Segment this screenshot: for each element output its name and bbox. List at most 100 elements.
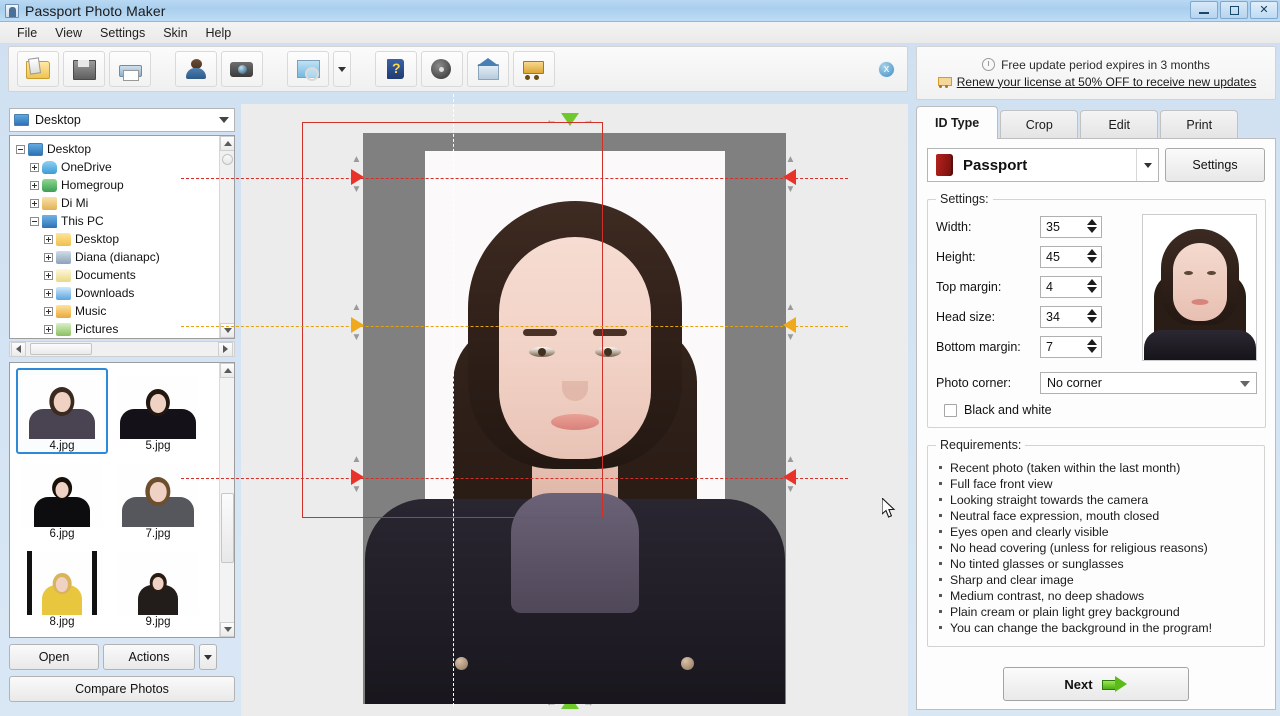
menu-help[interactable]: Help bbox=[197, 24, 241, 42]
compare-photos-button[interactable]: Compare Photos bbox=[9, 676, 235, 702]
tree-scroll-up-button[interactable] bbox=[220, 136, 234, 151]
expand-icon[interactable] bbox=[44, 324, 53, 334]
thumbnail-item[interactable]: 4.jpg bbox=[16, 368, 108, 454]
tab-edit[interactable]: Edit bbox=[1080, 110, 1159, 139]
black-and-white-row[interactable]: Black and white bbox=[936, 403, 1257, 417]
open-photo-button[interactable] bbox=[17, 51, 59, 87]
tree-node[interactable]: Desktop bbox=[16, 230, 234, 248]
expand-icon[interactable] bbox=[44, 252, 53, 262]
tree-scroll-down-button[interactable] bbox=[220, 323, 234, 338]
expand-icon[interactable] bbox=[44, 270, 53, 280]
video-tutorial-button[interactable] bbox=[421, 51, 463, 87]
thumbnail-item[interactable]: 5.jpg bbox=[112, 368, 204, 454]
height-increment-icon[interactable] bbox=[1087, 249, 1097, 255]
thumb-scroll-up-button[interactable] bbox=[220, 363, 234, 378]
tree-node[interactable]: Di Mi bbox=[16, 194, 234, 212]
preview-dropdown-button[interactable] bbox=[333, 51, 351, 87]
thumbnail-browser[interactable]: 4.jpg 5.jpg 6.jpg 7.jpg 8.jpg 9.jpg bbox=[9, 362, 235, 638]
expand-icon[interactable] bbox=[30, 180, 39, 190]
width-decrement-icon[interactable] bbox=[1087, 227, 1097, 233]
tree-node[interactable]: Documents bbox=[16, 266, 234, 284]
tree-scroll-thumb[interactable] bbox=[222, 154, 233, 165]
actions-button[interactable]: Actions bbox=[103, 644, 195, 670]
head-size-stepper[interactable]: 34 bbox=[1040, 306, 1102, 328]
menu-settings[interactable]: Settings bbox=[91, 24, 154, 42]
chin-marker-right[interactable]: ▲ ▼ bbox=[783, 455, 796, 495]
tree-node[interactable]: Homegroup bbox=[16, 176, 234, 194]
tree-node[interactable]: Diana (dianapc) bbox=[16, 248, 234, 266]
tree-scroll-right-button[interactable] bbox=[218, 341, 233, 357]
expand-icon[interactable] bbox=[44, 288, 53, 298]
buy-now-button[interactable] bbox=[513, 51, 555, 87]
thumbnail-item[interactable]: 6.jpg bbox=[16, 456, 108, 542]
eye-level-marker-right[interactable]: ▲ ▼ bbox=[783, 303, 796, 343]
tree-horizontal-scrollbar[interactable] bbox=[9, 341, 235, 357]
top-margin-decrement-icon[interactable] bbox=[1087, 287, 1097, 293]
preview-photo-button[interactable] bbox=[287, 51, 329, 87]
eye-level-marker-left[interactable]: ▲ ▼ bbox=[351, 303, 364, 343]
width-stepper[interactable]: 35 bbox=[1040, 216, 1102, 238]
head-size-increment-icon[interactable] bbox=[1087, 309, 1097, 315]
thumb-scroll-down-button[interactable] bbox=[220, 622, 234, 637]
renew-license-link[interactable]: Renew your license at 50% OFF to receive… bbox=[957, 75, 1256, 89]
tree-node[interactable]: This PC bbox=[16, 212, 234, 230]
tree-node[interactable]: OneDrive bbox=[16, 158, 234, 176]
close-button[interactable]: ✕ bbox=[1250, 1, 1278, 19]
photo-image[interactable] bbox=[363, 133, 786, 704]
width-increment-icon[interactable] bbox=[1087, 219, 1097, 225]
collapse-icon[interactable] bbox=[30, 216, 39, 226]
thumbnail-item[interactable]: 8.jpg bbox=[16, 544, 108, 630]
print-photo-button[interactable] bbox=[109, 51, 151, 87]
id-type-combo[interactable]: Passport bbox=[927, 148, 1159, 182]
top-margin-increment-icon[interactable] bbox=[1087, 279, 1097, 285]
tree-node[interactable]: Downloads bbox=[16, 284, 234, 302]
expand-icon[interactable] bbox=[44, 306, 53, 316]
dismiss-banner-button[interactable]: x bbox=[878, 61, 895, 78]
collapse-icon[interactable] bbox=[16, 144, 25, 154]
settings-button[interactable]: Settings bbox=[1165, 148, 1265, 182]
height-stepper[interactable]: 45 bbox=[1040, 246, 1102, 268]
id-type-dropdown-button[interactable] bbox=[1136, 149, 1158, 181]
home-upgrade-button[interactable] bbox=[467, 51, 509, 87]
tree-hscroll-thumb[interactable] bbox=[30, 343, 92, 355]
next-button[interactable]: Next bbox=[1003, 667, 1189, 701]
expand-icon[interactable] bbox=[30, 198, 39, 208]
head-top-marker-left[interactable]: ▲ ▼ bbox=[351, 155, 364, 195]
head-size-decrement-icon[interactable] bbox=[1087, 317, 1097, 323]
tree-scroll-left-button[interactable] bbox=[11, 341, 26, 357]
minimize-button[interactable] bbox=[1190, 1, 1218, 19]
save-photo-button[interactable] bbox=[63, 51, 105, 87]
menu-view[interactable]: View bbox=[46, 24, 91, 42]
tab-print[interactable]: Print bbox=[1160, 110, 1239, 139]
tree-node[interactable]: Desktop bbox=[16, 140, 234, 158]
thumbnail-vertical-scrollbar[interactable] bbox=[219, 363, 234, 637]
actions-dropdown-button[interactable] bbox=[199, 644, 217, 670]
tab-id-type[interactable]: ID Type bbox=[916, 106, 999, 139]
retouch-person-button[interactable] bbox=[175, 51, 217, 87]
head-top-marker-right[interactable]: ▲ ▼ bbox=[783, 155, 796, 195]
tree-node[interactable]: Pictures bbox=[16, 320, 234, 338]
black-and-white-checkbox[interactable] bbox=[944, 403, 957, 417]
photo-corner-select[interactable]: No corner bbox=[1040, 372, 1257, 394]
menu-skin[interactable]: Skin bbox=[154, 24, 196, 42]
bottom-margin-stepper[interactable]: 7 bbox=[1040, 336, 1102, 358]
thumbnail-item[interactable]: 9.jpg bbox=[112, 544, 204, 630]
top-crop-handle[interactable]: ← → bbox=[546, 113, 594, 126]
menu-file[interactable]: File bbox=[8, 24, 46, 42]
expand-icon[interactable] bbox=[44, 234, 53, 244]
top-margin-stepper[interactable]: 4 bbox=[1040, 276, 1102, 298]
bottom-margin-decrement-icon[interactable] bbox=[1087, 347, 1097, 353]
expand-icon[interactable] bbox=[30, 162, 39, 172]
capture-webcam-button[interactable] bbox=[221, 51, 263, 87]
open-button[interactable]: Open bbox=[9, 644, 99, 670]
height-decrement-icon[interactable] bbox=[1087, 257, 1097, 263]
folder-tree[interactable]: Desktop OneDrive Homegroup Di Mi This PC Desk… bbox=[9, 135, 235, 339]
chin-marker-left[interactable]: ▲ ▼ bbox=[351, 455, 364, 495]
tree-vertical-scrollbar[interactable] bbox=[219, 136, 234, 338]
thumb-scroll-thumb[interactable] bbox=[221, 493, 234, 563]
bottom-margin-increment-icon[interactable] bbox=[1087, 339, 1097, 345]
folder-combo[interactable]: Desktop bbox=[9, 108, 235, 132]
maximize-button[interactable] bbox=[1220, 1, 1248, 19]
thumbnail-item[interactable]: 7.jpg bbox=[112, 456, 204, 542]
tree-node[interactable]: Music bbox=[16, 302, 234, 320]
